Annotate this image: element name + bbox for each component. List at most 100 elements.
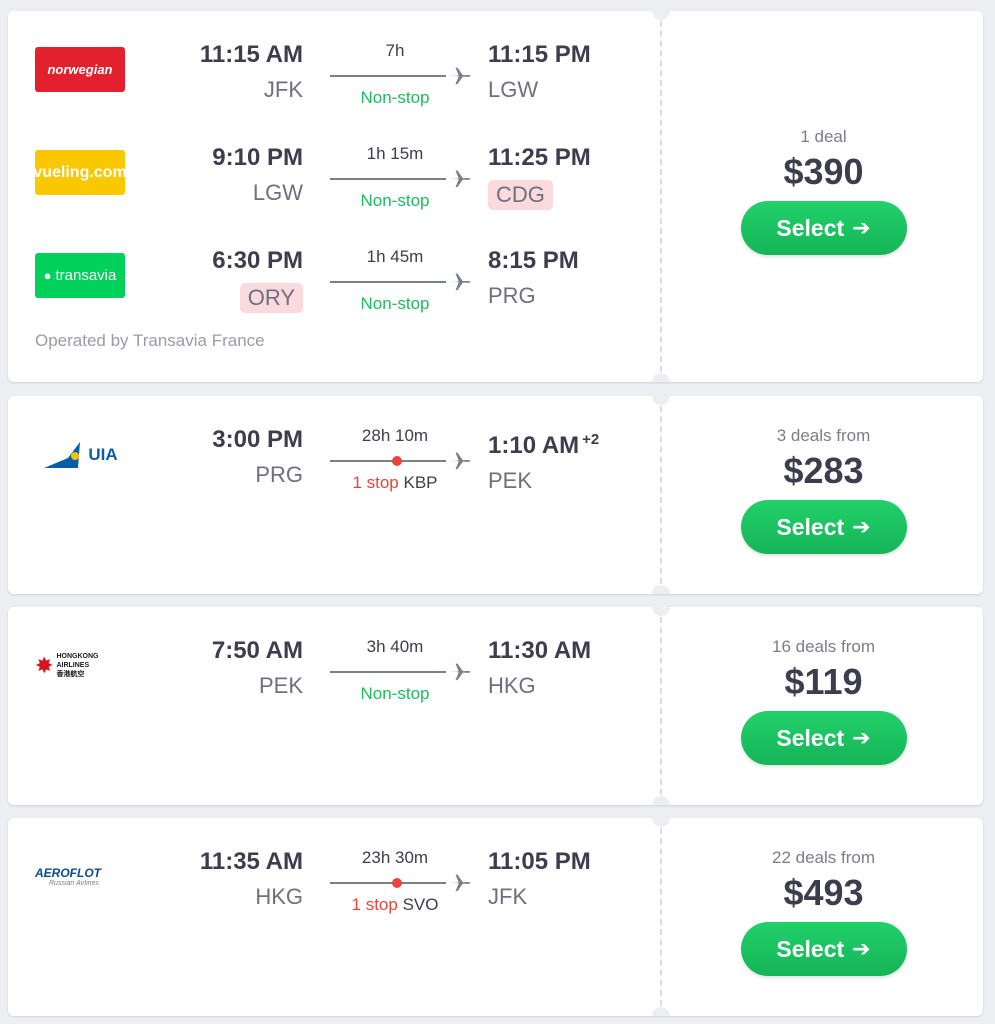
flight-leg: UIA 3:00 PM PRG 28h 10m 1 stop KBP 1:10 … xyxy=(8,426,658,516)
card-divider xyxy=(660,818,662,1016)
arrival-airport: PRG xyxy=(488,283,536,308)
stop-airport: KBP xyxy=(403,473,438,492)
departure: 11:15 AM JFK xyxy=(183,41,303,103)
uia-tail-icon xyxy=(44,441,81,468)
select-button[interactable]: Select ➔ xyxy=(740,922,907,976)
flight-duration: 23h 30m xyxy=(361,848,429,867)
arrow-right-icon: ➔ xyxy=(852,936,871,961)
arrival-time: 11:15 PM xyxy=(488,41,591,68)
departure-time: 9:10 PM xyxy=(212,144,303,171)
arrival: 11:25 PM CDG xyxy=(488,144,608,210)
plane-icon xyxy=(451,170,471,188)
arrival-time: 11:25 PM xyxy=(488,144,591,171)
flight-result-card-2: UIA 3:00 PM PRG 28h 10m 1 stop KBP 1:10 … xyxy=(8,396,983,594)
price-panel: 1 deal $390 Select ➔ xyxy=(664,11,983,382)
price-panel: 3 deals from $283 Select ➔ xyxy=(664,396,983,594)
price-panel: 22 deals from $493 Select ➔ xyxy=(664,818,983,1016)
price: $119 xyxy=(784,661,863,702)
arrival-time: 8:15 PM xyxy=(488,247,579,274)
route-line xyxy=(330,281,446,283)
departure-airport: PRG xyxy=(255,462,303,487)
route-line xyxy=(330,460,446,462)
aeroflot-logo: AEROFLOT Russian Airlines xyxy=(35,866,101,887)
route-line xyxy=(330,75,446,77)
flight-duration: 3h 40m xyxy=(366,637,424,656)
arrival: 11:05 PM JFK xyxy=(488,848,608,910)
stop-airport: SVO xyxy=(402,895,439,914)
uia-logo: UIA xyxy=(35,432,125,477)
departure-airport: JFK xyxy=(263,77,303,102)
stops-label: 1 stop KBP xyxy=(352,473,438,492)
flight-leg: norwegian 11:15 AM JFK 7h Non-stop 11:15… xyxy=(8,41,658,131)
departure-airport: PEK xyxy=(258,673,303,698)
arrival-time: 11:05 PM xyxy=(488,848,591,875)
arrival: 8:15 PM PRG xyxy=(488,247,608,309)
flight-result-card-3: ✸ HONGKONG AIRLINES 香港航空 7:50 AM PEK 3h … xyxy=(8,607,983,805)
flight-leg: ✸ HONGKONG AIRLINES 香港航空 7:50 AM PEK 3h … xyxy=(8,637,658,727)
plane-icon xyxy=(451,273,471,291)
departure: 3:00 PM PRG xyxy=(183,426,303,488)
operated-by-note: Operated by Transavia France xyxy=(35,331,265,350)
select-button[interactable]: Select ➔ xyxy=(740,201,907,255)
arrival: 1:10 AM +2 PEK xyxy=(488,426,608,494)
stop-marker xyxy=(392,878,402,888)
flight-duration: 1h 15m xyxy=(366,144,424,163)
arrival-airport: PEK xyxy=(488,468,533,493)
flight-leg: vueling.com 9:10 PM LGW 1h 15m Non-stop … xyxy=(8,144,658,234)
route-line xyxy=(330,178,446,180)
arrival-airport: JFK xyxy=(488,884,528,909)
plane-icon xyxy=(451,663,471,681)
arrival-time: 11:30 AM xyxy=(488,637,592,664)
plane-icon xyxy=(451,67,471,85)
price: $493 xyxy=(783,872,864,913)
stops-label: Non-stop xyxy=(360,684,430,703)
deals-count: 22 deals from xyxy=(772,848,875,867)
arrival-airport: HKG xyxy=(488,673,536,698)
departure: 9:10 PM LGW xyxy=(183,144,303,206)
route-info: 7h Non-stop xyxy=(330,41,475,111)
route-info: 1h 15m Non-stop xyxy=(330,144,475,214)
card-divider xyxy=(660,396,662,594)
arrival: 11:30 AM HKG xyxy=(488,637,608,699)
route-line xyxy=(330,671,446,673)
flight-duration: 28h 10m xyxy=(361,426,429,445)
arrival-time: 1:10 AM +2 xyxy=(488,431,600,459)
arrow-right-icon: ➔ xyxy=(852,215,871,240)
deals-count: 3 deals from xyxy=(776,426,871,445)
stops-label: Non-stop xyxy=(360,294,430,313)
arrival-airport-warning: CDG xyxy=(488,180,553,210)
departure-airport: HKG xyxy=(255,884,303,909)
card-divider xyxy=(660,11,662,382)
norwegian-logo: norwegian xyxy=(35,47,125,92)
route-info: 23h 30m 1 stop SVO xyxy=(330,848,475,918)
departure: 7:50 AM PEK xyxy=(183,637,303,699)
card-divider xyxy=(660,607,662,805)
select-button[interactable]: Select ➔ xyxy=(740,500,907,554)
flight-duration: 1h 45m xyxy=(366,247,424,266)
departure-time: 11:15 AM xyxy=(199,41,303,68)
stop-marker xyxy=(392,456,402,466)
route-info: 3h 40m Non-stop xyxy=(330,637,475,707)
arrival-airport: LGW xyxy=(488,77,539,102)
departure-time: 7:50 AM xyxy=(211,637,303,664)
arrow-right-icon: ➔ xyxy=(852,725,871,750)
select-button[interactable]: Select ➔ xyxy=(740,711,907,765)
deals-count: 1 deal xyxy=(800,127,847,146)
route-line xyxy=(330,882,446,884)
transavia-logo: ● transavia xyxy=(35,253,125,298)
plane-icon xyxy=(451,874,471,892)
flight-result-card-1: norwegian 11:15 AM JFK 7h Non-stop 11:15… xyxy=(8,11,983,382)
departure-time: 11:35 AM xyxy=(199,848,303,875)
flight-leg: AEROFLOT Russian Airlines 11:35 AM HKG 2… xyxy=(8,848,658,938)
price: $390 xyxy=(783,151,864,192)
flower-icon: ✸ xyxy=(35,652,54,678)
arrival: 11:15 PM LGW xyxy=(488,41,608,103)
departure-airport: LGW xyxy=(252,180,303,205)
stops-label: Non-stop xyxy=(360,88,430,107)
departure-airport-warning: ORY xyxy=(239,283,303,313)
arrow-right-icon: ➔ xyxy=(852,514,871,539)
plane-icon xyxy=(451,452,471,470)
flight-leg: ● transavia 6:30 PM ORY 1h 45m Non-stop 8… xyxy=(8,247,658,337)
route-info: 1h 45m Non-stop xyxy=(330,247,475,317)
vueling-logo: vueling.com xyxy=(33,150,127,195)
